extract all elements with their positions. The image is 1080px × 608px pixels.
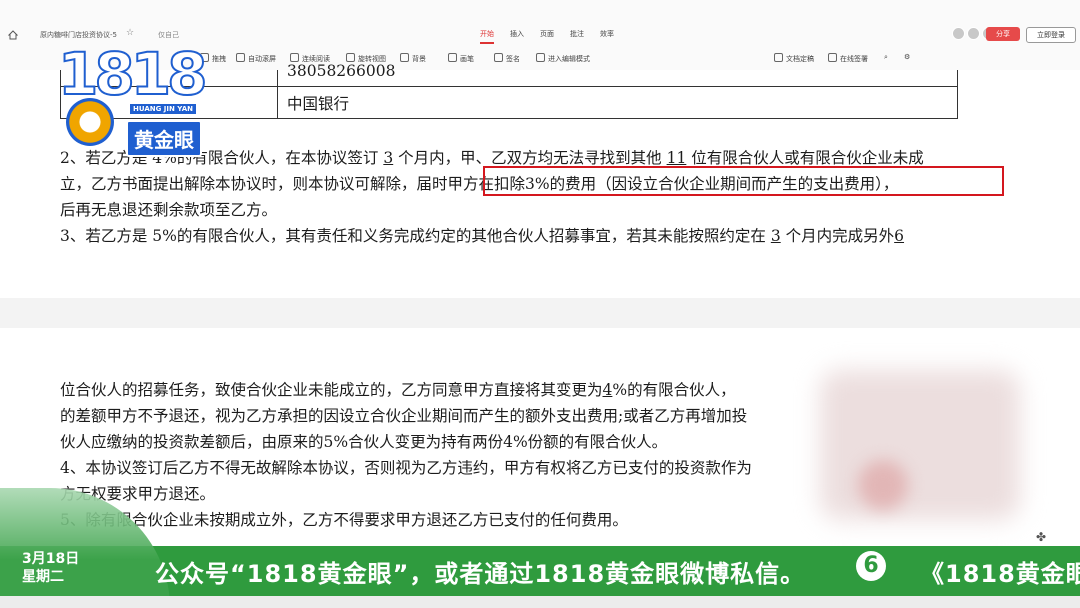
ticker-text-tail: 《1818黄金眼 — [920, 560, 1080, 588]
main-menu: 开始 插入 页面 批注 效率 — [480, 29, 614, 44]
weekday-label: 星期二 — [22, 569, 64, 585]
save-status: 仅自己 — [158, 31, 179, 39]
pen-tool[interactable]: 画笔 — [448, 53, 474, 64]
clause-3-line-1: 3、若乙方是 5%的有限合伙人，其有责任和义务完成约定的其他合伙人招募事宜，若其… — [60, 227, 905, 245]
menu-page[interactable]: 页面 — [540, 29, 554, 44]
sign-tool[interactable]: 签名 — [494, 53, 520, 64]
clause-2-line-3: 后再无息退还剩余款项至乙方。 — [60, 201, 278, 219]
clause-4-line-1: 4、本协议签订后乙方不得无故解除本协议，否则视为乙方违约，甲方有权将乙方已支付的… — [60, 459, 752, 477]
scroll-icon — [236, 53, 245, 62]
logo-pinyin: HUANG JIN YAN — [130, 104, 196, 114]
channel-6-icon: 6 — [856, 551, 886, 581]
rotate-icon — [346, 53, 355, 62]
clause-5-line-1: 5、除有限合伙企业未按期成立外，乙方不得要求甲方退还乙方已支付的任何费用。 — [60, 511, 628, 529]
signature-icon — [494, 53, 503, 62]
logo-brand: 黄金眼 — [126, 120, 202, 157]
bottom-strip — [0, 596, 1080, 608]
share-button[interactable]: 分享 — [986, 27, 1020, 41]
search-icon[interactable]: ⌕ — [884, 53, 888, 62]
online-sign-icon — [828, 53, 837, 62]
channel-logo: 1818 HUANG JIN YAN 黄金眼 — [57, 39, 220, 158]
logo-number: 1818 — [57, 39, 208, 109]
background-tool[interactable]: 背景 — [400, 53, 426, 64]
bank-name-cell: 中国银行 — [287, 95, 350, 113]
background-icon — [400, 53, 409, 62]
finalize-icon — [774, 53, 783, 62]
ticker-text: 公众号“1818黄金眼”，或者通过1818黄金眼微博私信。 — [155, 560, 806, 588]
document-title[interactable]: 原内糖啡门店投资协议-5 — [40, 30, 117, 40]
pen-icon — [448, 53, 457, 62]
menu-insert[interactable]: 插入 — [510, 29, 524, 44]
account-number-cell: 38058266008 — [287, 62, 396, 80]
menu-home[interactable]: 开始 — [480, 29, 494, 44]
menu-efficiency[interactable]: 效率 — [600, 29, 614, 44]
page2-line-1: 位合伙人的招募任务，致使合伙企业未能成立的，乙方同意甲方直接将其变更为4%的有限… — [60, 381, 736, 399]
page2-line-3: 伙人应缴纳的投资款差额后，由原来的5%合伙人变更为持有两份4%份额的有限合伙人。 — [60, 433, 668, 451]
watermark-icon: ✤ — [1036, 530, 1047, 544]
home-icon[interactable] — [8, 30, 18, 40]
red-highlight-box — [483, 166, 1004, 196]
menu-comment[interactable]: 批注 — [570, 29, 584, 44]
date-label: 3月18日 — [22, 551, 80, 567]
avatar — [967, 27, 980, 40]
edit-mode-tool[interactable]: 进入编辑模式 — [536, 53, 590, 64]
more-icon[interactable]: ⚙ — [904, 53, 910, 61]
blurred-region — [820, 370, 1020, 520]
read-icon — [290, 53, 299, 62]
blurred-seal — [858, 460, 908, 510]
page2-line-2: 的差额甲方不予退还，视为乙方承担的因设立合伙企业期间而产生的额外支出费用;或者乙… — [60, 407, 748, 425]
login-button[interactable]: 立即登录 — [1026, 27, 1076, 43]
eye-ring-icon — [66, 98, 114, 146]
online-sign-tool[interactable]: 在线签署 — [828, 53, 868, 64]
avatar — [952, 27, 965, 40]
star-icon[interactable]: ☆ — [126, 28, 134, 38]
finalize-tool[interactable]: 文档定稿 — [774, 53, 814, 64]
edit-icon — [536, 53, 545, 62]
autoscroll-tool[interactable]: 自动滚屏 — [236, 53, 276, 64]
date-box: 3月18日 星期二 — [22, 548, 92, 588]
